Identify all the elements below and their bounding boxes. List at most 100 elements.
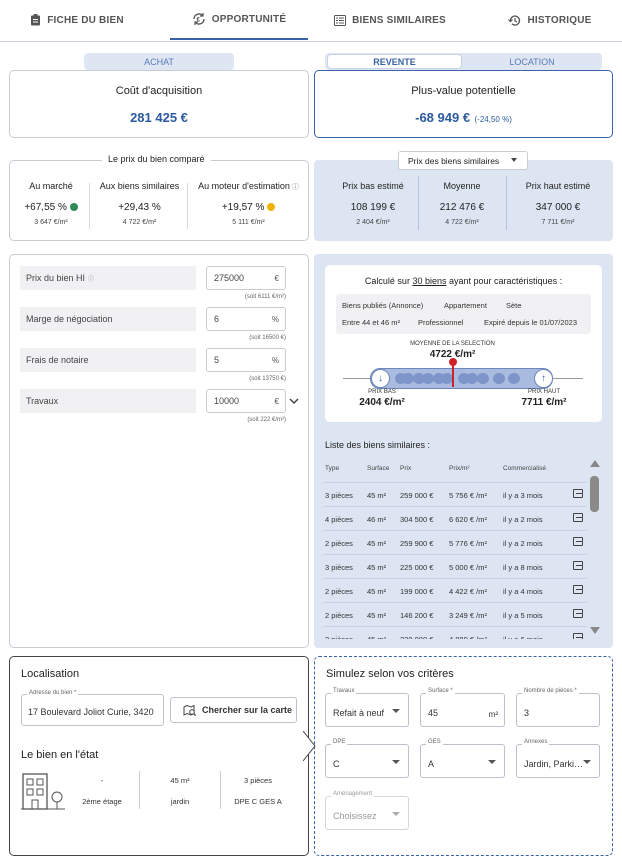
address-field[interactable]: Adresse du bien * 17 Boulevard Joliot Cu… <box>21 690 164 726</box>
search-map-label: Chercher sur la carte <box>202 705 293 715</box>
open-link-icon[interactable] <box>573 561 583 570</box>
annexes-select[interactable]: Annexes Jardin, Parki… <box>516 739 600 778</box>
top-tabs: FICHE DU BIEN € OPPORTUNITÉ BIENS SIMILA… <box>0 0 622 42</box>
price-value: 108 199 € <box>350 202 396 213</box>
table-cell: 304 500 € <box>400 515 434 524</box>
price-head: Moyenne <box>443 181 481 191</box>
divider <box>187 183 188 229</box>
divider <box>220 771 221 809</box>
open-link-icon[interactable] <box>573 537 583 546</box>
input-label-travaux: Travaux <box>20 389 196 413</box>
toggle-revente[interactable]: REVENTE <box>327 54 462 69</box>
pieces-input[interactable]: Nombre de pièces * 3 <box>516 688 600 727</box>
criteria-box <box>336 294 591 334</box>
table-cell: 4 422 € /m² <box>449 587 487 596</box>
scroll-up-icon[interactable] <box>590 460 600 467</box>
input-hint: (soit 13750 €) <box>249 376 286 382</box>
tab-label: HISTORIQUE <box>527 14 592 26</box>
field-label: Surface * <box>426 688 455 694</box>
list-header: Type Surface Prix Prix/m² Commercialisé <box>323 459 587 483</box>
tab-label: BIENS SIMILAIRES <box>352 14 446 26</box>
list-body: 3 pièces 45 m² 259 000 € 5 756 € /m² il y a … <box>323 483 587 639</box>
input-label-text: Travaux <box>26 396 59 406</box>
open-link-icon[interactable] <box>573 585 583 594</box>
table-cell: 220 000 € <box>400 635 433 639</box>
table-cell: 2 pièces <box>325 611 353 620</box>
open-link-icon[interactable] <box>573 609 583 618</box>
col-prix-m2: Prix/m² <box>449 465 470 472</box>
amenagement-select[interactable]: Aménagement Choisissez <box>325 791 409 830</box>
frais-input[interactable]: 5% <box>206 348 286 372</box>
open-link-icon[interactable] <box>573 633 583 639</box>
input-unit: € <box>274 273 279 283</box>
search-map-button[interactable]: Chercher sur la carte <box>170 697 297 723</box>
travaux-input[interactable]: 10000 € <box>206 389 286 413</box>
divider <box>506 176 507 230</box>
price-head: Prix bas estimé <box>342 181 404 191</box>
similar-prices-dropdown[interactable]: Prix des biens similaires <box>398 151 528 170</box>
table-cell: 5 000 € /m² <box>449 563 487 572</box>
high-value: 7711 €/m² <box>521 397 567 408</box>
col-type: Type <box>325 465 340 472</box>
table-row[interactable]: 3 pièces 45 m² 259 000 € 5 756 € /m² il y a … <box>323 483 587 507</box>
info-icon[interactable]: ⓘ <box>290 184 299 191</box>
input-label-prix: Prix du bien HI ⓘ <box>20 266 196 290</box>
map-search-icon <box>183 704 197 716</box>
toggle-achat[interactable]: ACHAT <box>84 53 234 70</box>
table-row[interactable]: 2 pièces 45 m² 220 000 € 4 889 € /m² il y a … <box>323 627 587 639</box>
scroll-down-icon[interactable] <box>590 627 600 634</box>
input-label-frais: Frais de notaire <box>20 348 196 372</box>
field-unit: m² <box>488 710 498 719</box>
compare-legend: Le prix du bien comparé <box>102 154 211 164</box>
tab-historique[interactable]: HISTORIQUE <box>500 0 600 40</box>
table-row[interactable]: 3 pièces 45 m² 225 000 € 5 000 € /m² il y a … <box>323 555 587 579</box>
dpe-select[interactable]: DPE C <box>325 739 409 778</box>
criteria-chip: Entre 44 et 46 m² <box>342 318 400 327</box>
travaux-select[interactable]: Travaux Refait à neuf <box>325 688 409 727</box>
table-cell: 45 m² <box>367 563 387 572</box>
status-dot-green <box>69 203 78 211</box>
prix-input[interactable]: 275000 € <box>206 266 286 290</box>
info-icon[interactable]: ⓘ <box>88 274 94 283</box>
toggle-location[interactable]: LOCATION <box>462 54 602 69</box>
tab-opportunite[interactable]: € OPPORTUNITÉ <box>170 0 308 40</box>
address-value: 17 Boulevard Joliot Curie, 3420 <box>28 707 154 717</box>
arrow-connector <box>303 731 316 761</box>
toggle-label: REVENTE <box>373 56 416 67</box>
input-hint: (soit 6111 €/m²) <box>244 294 286 300</box>
open-link-icon[interactable] <box>573 513 583 522</box>
etat-value: jardin <box>170 797 190 806</box>
etat-value: 2ème étage <box>82 797 122 806</box>
open-link-icon[interactable] <box>573 489 583 498</box>
table-cell: 2 pièces <box>325 539 353 548</box>
surface-input[interactable]: Surface * 45 m² <box>420 688 505 727</box>
field-value: A <box>428 759 435 769</box>
tab-biens-similaires[interactable]: BIENS SIMILAIRES <box>330 0 450 40</box>
plus-value-pct: (-24,50 %) <box>474 115 512 124</box>
low-label: PRIX BAS <box>368 389 396 395</box>
table-row[interactable]: 2 pièces 45 m² 199 000 € 4 422 € /m² il y a … <box>323 579 587 603</box>
compare-card <box>9 160 309 241</box>
data-dot <box>477 373 489 384</box>
input-hint: (soit 222 €/m²) <box>247 417 286 423</box>
table-row[interactable]: 4 pièces 46 m² 304 500 € 6 620 € /m² il y a … <box>323 507 587 531</box>
scroll-thumb[interactable] <box>590 476 599 512</box>
data-dot <box>508 373 520 384</box>
marge-input[interactable]: 6% <box>206 307 286 331</box>
caret-down-icon <box>488 760 496 764</box>
table-cell: 45 m² <box>367 635 386 639</box>
ges-select[interactable]: GES A <box>420 739 505 778</box>
chevron-down-icon[interactable] <box>289 398 299 405</box>
calc-link[interactable]: 30 biens <box>412 276 446 286</box>
scrollbar[interactable] <box>589 460 600 638</box>
compare-head: Aux biens similaires <box>99 181 180 191</box>
caret-down-icon <box>583 760 591 764</box>
table-row[interactable]: 2 pièces 45 m² 146 200 € 3 249 € /m² il y a … <box>323 603 587 627</box>
field-value: Choisissez <box>333 811 377 821</box>
table-cell: il y a 4 mois <box>503 587 543 596</box>
table-cell: 45 m² <box>367 611 387 620</box>
tab-fiche-du-bien[interactable]: FICHE DU BIEN <box>22 0 132 40</box>
compare-sub: 4 722 €/m² <box>122 219 157 226</box>
table-row[interactable]: 2 pièces 45 m² 259 900 € 5 776 € /m² il y a … <box>323 531 587 555</box>
price-head: Prix haut estimé <box>525 181 591 191</box>
